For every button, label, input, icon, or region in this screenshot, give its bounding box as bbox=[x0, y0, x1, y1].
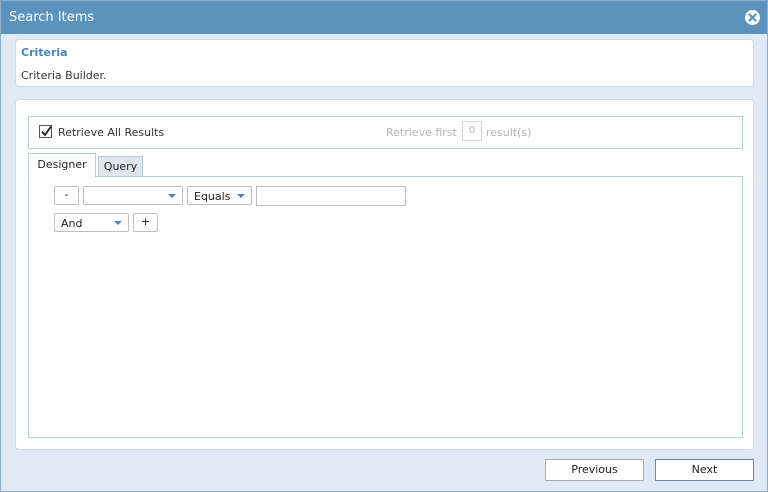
logic-select-value: And bbox=[61, 217, 83, 230]
chevron-down-icon bbox=[237, 194, 245, 198]
chevron-down-icon bbox=[168, 194, 176, 198]
tab-designer[interactable]: Designer bbox=[28, 153, 96, 178]
operator-select[interactable]: Equals bbox=[187, 186, 252, 205]
search-items-dialog: Search Items Criteria Criteria Builder. … bbox=[0, 0, 768, 492]
condition-value-input[interactable] bbox=[256, 186, 406, 206]
retrieve-options: Retrieve All Results Retrieve first 0 re… bbox=[28, 116, 743, 149]
tab-query[interactable]: Query bbox=[98, 156, 143, 177]
designer-area: - Equals And + bbox=[28, 176, 743, 438]
retrieve-count-input[interactable]: 0 bbox=[462, 121, 482, 141]
next-button[interactable]: Next bbox=[655, 459, 754, 481]
title-bar: Search Items bbox=[1, 1, 767, 34]
criteria-description: Criteria Builder. bbox=[21, 69, 107, 82]
field-select[interactable] bbox=[83, 186, 183, 205]
criteria-heading: Criteria bbox=[21, 46, 68, 59]
remove-condition-button[interactable]: - bbox=[54, 186, 79, 205]
retrieve-first-label: Retrieve first bbox=[386, 126, 457, 139]
retrieve-all-label: Retrieve All Results bbox=[58, 126, 165, 139]
close-icon[interactable] bbox=[745, 10, 760, 25]
criteria-panel: Criteria Criteria Builder. bbox=[15, 39, 754, 87]
previous-button[interactable]: Previous bbox=[545, 459, 644, 481]
dialog-title: Search Items bbox=[9, 10, 95, 25]
chevron-down-icon bbox=[114, 221, 122, 225]
add-condition-button[interactable]: + bbox=[133, 213, 158, 232]
retrieve-all-checkbox[interactable] bbox=[39, 125, 52, 138]
results-label: result(s) bbox=[486, 126, 532, 139]
main-panel: Retrieve All Results Retrieve first 0 re… bbox=[15, 99, 754, 450]
operator-select-value: Equals bbox=[194, 190, 231, 203]
logic-select[interactable]: And bbox=[54, 213, 129, 232]
